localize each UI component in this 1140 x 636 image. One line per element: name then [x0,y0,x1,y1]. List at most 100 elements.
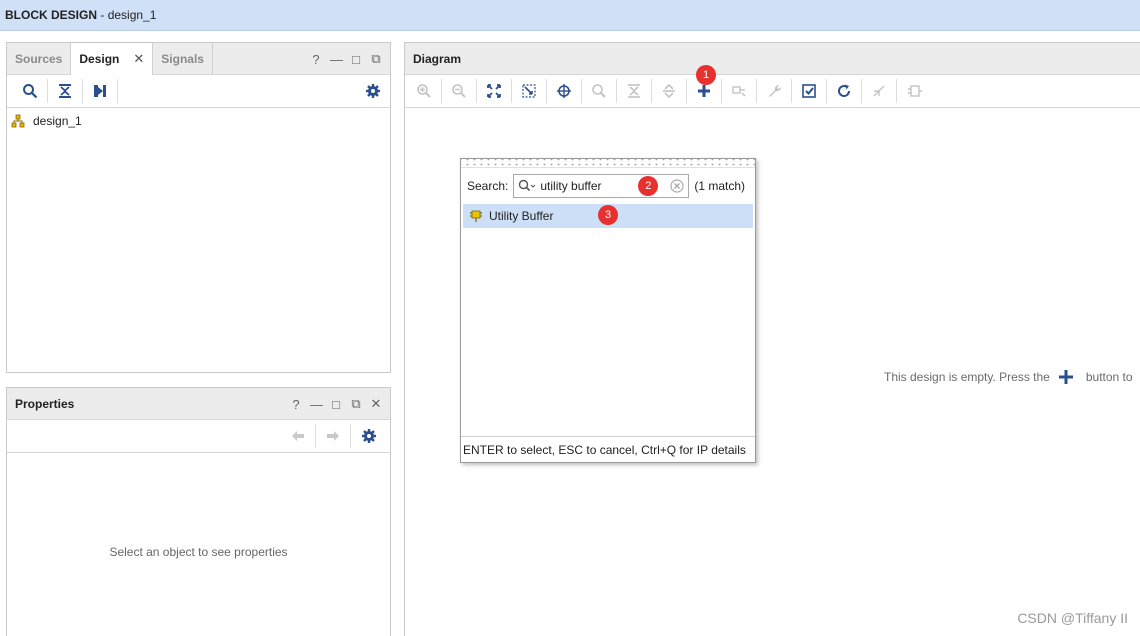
design-tree: design_1 [7,108,390,132]
search-result-item[interactable]: Utility Buffer 3 [463,204,753,228]
validate-icon [802,84,816,98]
ip-search-popup: Search: utility buffer 2 (1 match) Utili… [460,158,756,463]
design-toolbar [7,75,390,108]
design-panel: Sources Design ✕ Signals ? — □ ⧉ design_… [6,42,391,373]
empty-design-message: This design is empty. Press the button t… [884,369,1133,385]
search-button[interactable] [13,79,48,103]
tab-design[interactable]: Design ✕ [71,42,154,75]
properties-empty-message: Select an object to see properties [7,545,390,559]
gear-icon [365,84,380,98]
help-icon[interactable]: ? [310,52,322,67]
properties-toolbar [7,420,390,453]
forward-button[interactable] [316,424,351,448]
zoom-area-button[interactable] [512,79,547,103]
center-icon [557,84,571,98]
title-separator: - [97,8,108,22]
zoom-area-icon [522,84,536,98]
back-button[interactable] [281,424,316,448]
center-button[interactable] [547,79,582,103]
add-ip-button[interactable]: 1 [687,65,722,103]
properties-panel: Properties ? — □ ⧉ ✕ Select an object to… [6,387,391,636]
zoom-out-button[interactable] [442,79,477,103]
zoom-fit-icon [487,84,501,98]
gear-icon [361,429,376,443]
maximize-icon[interactable]: □ [330,397,342,412]
hierarchy-expand-icon [94,85,106,97]
arrow-left-icon [292,431,304,441]
expand-all-button[interactable] [652,79,687,103]
help-icon[interactable]: ? [290,397,302,412]
popup-footer-hint: ENTER to select, ESC to cancel, Ctrl+Q f… [463,442,746,457]
make-connection-icon [732,86,746,97]
tab-signals[interactable]: Signals [153,42,213,75]
diagram-title: Diagram [413,51,462,66]
title-prefix: BLOCK DESIGN [5,8,98,22]
close-icon[interactable]: ✕ [370,396,382,412]
float-icon[interactable]: ⧉ [370,51,382,67]
design-panel-window-controls: ? — □ ⧉ [310,43,382,75]
title-design-name: design_1 [107,8,157,22]
search-result-label: Utility Buffer [489,209,554,223]
regenerate-layout-button[interactable] [862,79,897,103]
settings-button[interactable] [355,79,390,103]
tree-item-design_1[interactable]: design_1 [7,110,390,132]
arrow-right-icon [327,431,339,441]
minimize-icon[interactable]: — [310,397,323,412]
clear-search-icon[interactable] [670,179,684,193]
expand-hierarchy-button[interactable] [83,79,118,103]
search-label: Search: [467,179,509,193]
diagram-search-button[interactable] [582,79,617,103]
empty-message-after: button to [1085,370,1133,384]
refresh-button[interactable] [827,79,862,103]
collapse-all-button[interactable] [617,79,652,103]
regenerate-layout-icon [873,85,885,97]
properties-empty-text: Select an object to see properties [109,545,288,559]
empty-message-before: This design is empty. Press the [884,370,1050,384]
zoom-fit-button[interactable] [477,79,512,103]
properties-settings-button[interactable] [351,424,386,448]
collapse-all-icon [59,84,71,98]
design-panel-header: Sources Design ✕ Signals ? — □ ⧉ [7,42,390,75]
zoom-in-icon [417,84,431,98]
match-count: (1 match) [694,179,746,193]
search-icon [23,84,38,99]
search-icon [592,84,606,98]
tab-sources[interactable]: Sources [7,42,72,75]
tree-item-label: design_1 [33,114,82,128]
minimize-icon[interactable]: — [330,52,343,67]
tab-signals-label: Signals [161,51,204,66]
step-badge-1: 1 [696,65,716,85]
validate-button[interactable] [792,79,827,103]
popup-drag-handle[interactable] [461,159,755,168]
collapse-all-button[interactable] [48,79,83,103]
make-connection-button[interactable] [722,79,757,103]
ip-search-input[interactable]: utility buffer 2 [513,174,690,198]
title-bar: BLOCK DESIGN - design_1 [0,0,1140,31]
maximize-icon[interactable]: □ [350,52,362,67]
collapse-all-icon [628,84,640,98]
port-button[interactable] [897,79,932,103]
add-ip-icon[interactable] [1058,369,1074,385]
zoom-in-button[interactable] [407,79,442,103]
customize-button[interactable] [757,79,792,103]
expand-all-icon [663,83,675,99]
tab-sources-label: Sources [15,51,63,66]
refresh-icon [838,84,851,97]
properties-panel-header: Properties ? — □ ⧉ ✕ [7,388,390,420]
add-ip-icon [698,85,710,97]
step-badge-2: 2 [638,176,659,196]
tab-design-label: Design [79,51,120,66]
hierarchy-icon [11,114,25,128]
close-tab-icon[interactable]: ✕ [133,51,144,67]
watermark: CSDN @Tiffany II [1017,610,1128,626]
zoom-out-icon [452,84,466,98]
properties-window-controls: ? — □ ⧉ ✕ [290,388,382,420]
search-icon [519,179,536,192]
wrench-icon [769,84,782,97]
popup-search-row: Search: utility buffer 2 (1 match) [461,168,755,204]
float-icon[interactable]: ⧉ [350,396,362,412]
step-badge-3: 3 [598,205,618,225]
diagram-toolbar: 1 [405,65,1140,108]
port-icon [907,85,922,97]
popup-footer: ENTER to select, ESC to cancel, Ctrl+Q f… [461,436,755,462]
